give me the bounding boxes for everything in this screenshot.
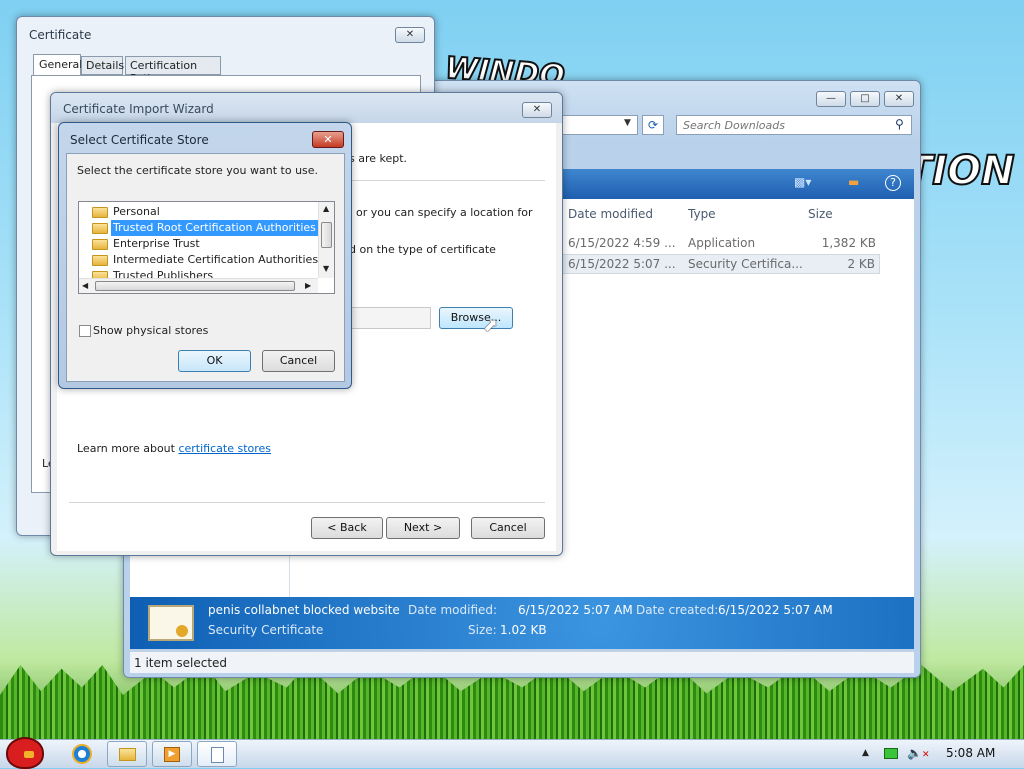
horizontal-scrollbar[interactable]: ◀ ▶: [79, 278, 318, 293]
folder-icon: [92, 223, 108, 234]
store-tree-item[interactable]: Enterprise Trust: [81, 236, 317, 252]
store-tree-item-label: Trusted Root Certification Authorities: [111, 220, 318, 236]
store-path-field: [351, 307, 431, 329]
taskbar-media-button[interactable]: ▶: [152, 741, 192, 767]
show-physical-label: Show physical stores: [93, 324, 209, 337]
details-modified-label: Date modified:: [408, 603, 498, 617]
certificate-title: Certificate: [29, 28, 92, 42]
certificate-stores-link[interactable]: certificate stores: [178, 442, 271, 455]
chevron-down-icon[interactable]: ▼: [624, 118, 631, 128]
ok-button[interactable]: OK: [178, 350, 251, 372]
file-date: 6/15/2022 4:59 ...: [568, 236, 676, 250]
volume-muted-icon[interactable]: 🔈✕: [907, 746, 930, 760]
scroll-thumb[interactable]: [321, 222, 332, 248]
refresh-button[interactable]: ⟳: [642, 115, 664, 135]
views-icon[interactable]: ▩▾: [794, 175, 811, 189]
folder-icon: [92, 255, 108, 266]
mouse-cursor-icon: ⬈: [483, 315, 499, 336]
file-type: Security Certifica...: [688, 257, 803, 271]
wizard-text-location: or you can specify a location for: [356, 206, 533, 219]
learn-more-text: Learn more about certificate stores: [77, 442, 271, 455]
details-size-label: Size:: [468, 623, 497, 637]
scroll-up-icon[interactable]: ▲: [323, 204, 329, 213]
details-size-value: 1.02 KB: [500, 623, 547, 637]
wizard-text-kept: s are kept.: [349, 152, 408, 165]
store-tree-item-label: Intermediate Certification Authorities: [113, 253, 319, 266]
browse-button[interactable]: Browse...: [439, 307, 513, 329]
learn-more-prefix: Learn more about: [77, 442, 179, 455]
maximize-button[interactable]: □: [850, 91, 880, 107]
details-file-type: Security Certificate: [208, 623, 324, 637]
store-dialog-prompt: Select the certificate store you want to…: [77, 164, 319, 177]
file-row-selected[interactable]: 6/15/2022 5:07 ... Security Certifica...…: [562, 254, 880, 274]
certificate-thumbnail-icon: [148, 605, 194, 641]
details-modified-value: 6/15/2022 5:07 AM: [518, 603, 633, 617]
select-store-dialog: Select Certificate Store ✕ Select the ce…: [58, 122, 352, 389]
refresh-icon: ⟳: [647, 118, 659, 132]
details-pane: penis collabnet blocked website Security…: [130, 597, 914, 649]
close-button[interactable]: ✕: [522, 102, 552, 118]
file-size: 1,382 KB: [821, 236, 876, 250]
scroll-down-icon[interactable]: ▼: [323, 264, 329, 273]
search-input[interactable]: [676, 115, 912, 135]
store-tree-item[interactable]: Trusted Root Certification Authorities: [81, 220, 318, 236]
folder-icon: [92, 207, 108, 218]
file-row[interactable]: 6/15/2022 4:59 ... Application 1,382 KB: [562, 233, 880, 253]
tab-certification-path[interactable]: Certification Path: [125, 56, 221, 85]
column-date-header[interactable]: Date modified: [568, 207, 653, 221]
close-button[interactable]: ✕: [884, 91, 914, 107]
store-tree-item-label: Personal: [113, 205, 160, 218]
tab-details[interactable]: Details: [81, 56, 124, 75]
scroll-thumb-horizontal[interactable]: [95, 281, 295, 291]
store-tree-item[interactable]: Intermediate Certification Authorities: [81, 252, 319, 268]
search-icon[interactable]: ⚲: [895, 117, 904, 131]
cancel-button[interactable]: Cancel: [471, 517, 545, 539]
details-created-value: 6/15/2022 5:07 AM: [718, 603, 833, 617]
network-icon[interactable]: [884, 748, 898, 759]
scroll-left-icon[interactable]: ◀: [82, 281, 88, 290]
folder-icon: [119, 748, 136, 761]
clock[interactable]: 5:08 AM: [946, 746, 995, 760]
details-created-label: Date created:: [636, 603, 719, 617]
close-button[interactable]: ✕: [312, 131, 344, 148]
preview-pane-icon[interactable]: ▬: [848, 175, 859, 189]
file-size: 2 KB: [847, 257, 875, 271]
tab-general[interactable]: General: [33, 54, 82, 76]
show-hidden-icons-icon[interactable]: ▲: [862, 748, 869, 758]
file-type: Application: [688, 236, 756, 250]
status-bar: 1 item selected: [130, 651, 914, 673]
store-dialog-title: Select Certificate Store: [70, 133, 209, 147]
document-icon: [211, 747, 224, 763]
wizard-text-type: d on the type of certificate: [349, 243, 496, 256]
bird-beak: [24, 751, 34, 758]
desktop-logo-text-2: TION: [904, 147, 1016, 195]
taskbar-certificate-button[interactable]: [197, 741, 237, 767]
cancel-button[interactable]: Cancel: [262, 350, 335, 372]
internet-explorer-icon[interactable]: [72, 744, 92, 764]
taskbar-explorer-button[interactable]: [107, 741, 147, 767]
store-tree[interactable]: Personal Trusted Root Certification Autho…: [78, 201, 335, 294]
column-type-header[interactable]: Type: [688, 207, 716, 221]
file-date: 6/15/2022 5:07 ...: [568, 257, 676, 271]
help-icon[interactable]: ?: [885, 175, 901, 191]
explorer-toolbar: [562, 169, 914, 199]
show-physical-checkbox[interactable]: [79, 325, 91, 337]
next-button[interactable]: Next >: [386, 517, 460, 539]
store-tree-item-label: Enterprise Trust: [113, 237, 200, 250]
details-file-name: penis collabnet blocked website: [208, 603, 400, 617]
status-text: 1 item selected: [134, 656, 228, 670]
folder-icon: [92, 239, 108, 250]
media-player-icon: ▶: [164, 747, 180, 762]
minimize-button[interactable]: —: [816, 91, 846, 107]
start-button[interactable]: [2, 733, 46, 769]
back-button[interactable]: < Back: [311, 517, 383, 539]
wizard-title: Certificate Import Wizard: [63, 102, 214, 116]
store-tree-item[interactable]: Personal: [81, 204, 317, 220]
vertical-scrollbar[interactable]: ▲ ▼: [318, 202, 334, 278]
scroll-right-icon[interactable]: ▶: [305, 281, 311, 290]
close-button[interactable]: ✕: [395, 27, 425, 43]
column-size-header[interactable]: Size: [808, 207, 833, 221]
separator: [69, 502, 545, 503]
